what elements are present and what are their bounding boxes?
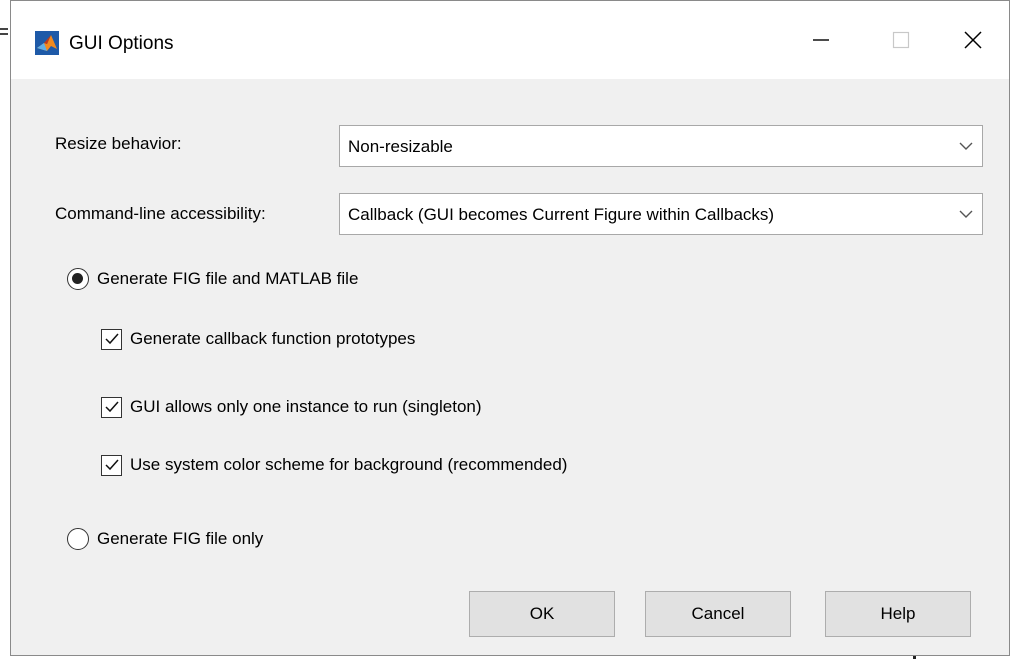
resize-behavior-value: Non-resizable xyxy=(348,137,453,156)
radio-label: Generate FIG file only xyxy=(97,529,264,548)
ok-button[interactable]: OK xyxy=(469,591,615,637)
checkbox-label: GUI allows only one instance to run (sin… xyxy=(130,397,482,416)
checkbox-system-color-scheme[interactable]: Use system color scheme for background (… xyxy=(101,454,567,476)
minimize-icon xyxy=(813,39,829,41)
chevron-down-icon xyxy=(950,126,982,166)
help-button[interactable]: Help xyxy=(825,591,971,637)
matlab-icon xyxy=(35,31,59,55)
maximize-button[interactable] xyxy=(861,1,941,79)
accessibility-select[interactable]: Callback (GUI becomes Current Figure wit… xyxy=(339,193,983,235)
radio-generate-fig-only[interactable]: Generate FIG file only xyxy=(67,528,263,550)
checkbox-label: Generate callback function prototypes xyxy=(130,329,416,348)
background-mark xyxy=(0,33,8,35)
checkbox-indicator[interactable] xyxy=(101,454,122,476)
radio-label: Generate FIG file and MATLAB file xyxy=(97,269,359,288)
chevron-down-icon xyxy=(950,194,982,234)
minimize-button[interactable] xyxy=(781,1,861,79)
dialog-title: GUI Options xyxy=(69,33,174,54)
checkmark-icon xyxy=(104,333,119,345)
close-icon xyxy=(964,31,982,49)
checkbox-indicator[interactable] xyxy=(101,396,122,418)
checkbox-indicator[interactable] xyxy=(101,328,122,350)
cancel-button[interactable]: Cancel xyxy=(645,591,791,637)
radio-generate-fig-and-matlab[interactable]: Generate FIG file and MATLAB file xyxy=(67,268,358,290)
close-button[interactable] xyxy=(933,1,1011,79)
gui-options-dialog: GUI Options Resize behavior: Non-resizab… xyxy=(10,0,1010,656)
checkmark-icon xyxy=(104,401,119,413)
resize-behavior-select[interactable]: Non-resizable xyxy=(339,125,983,167)
checkbox-callback-prototypes[interactable]: Generate callback function prototypes xyxy=(101,328,415,350)
checkbox-singleton[interactable]: GUI allows only one instance to run (sin… xyxy=(101,396,482,418)
radio-indicator[interactable] xyxy=(67,528,89,550)
accessibility-value: Callback (GUI becomes Current Figure wit… xyxy=(348,205,775,224)
background-dot xyxy=(913,656,916,659)
radio-indicator[interactable] xyxy=(67,268,89,290)
title-bar[interactable]: GUI Options xyxy=(11,1,1009,79)
checkmark-icon xyxy=(104,459,119,471)
checkbox-label: Use system color scheme for background (… xyxy=(130,455,568,474)
resize-behavior-label: Resize behavior: xyxy=(55,134,182,153)
background-mark xyxy=(0,28,8,30)
accessibility-label: Command-line accessibility: xyxy=(55,204,266,223)
maximize-icon xyxy=(892,31,910,49)
